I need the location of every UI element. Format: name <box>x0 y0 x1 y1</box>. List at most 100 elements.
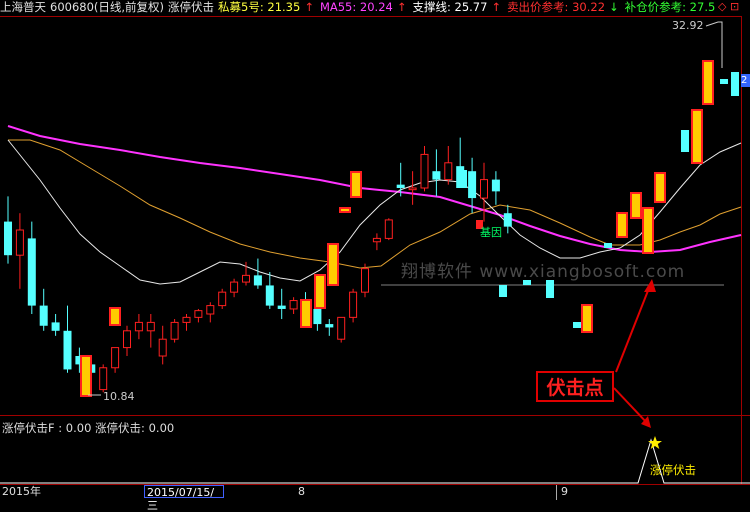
limit-up-candle <box>581 304 593 333</box>
month-8-label: 8 <box>298 485 305 498</box>
sell-arrow-icon: ↓ <box>609 0 619 14</box>
candle-body <box>432 171 441 180</box>
candle-body <box>206 305 215 315</box>
candle <box>230 278 239 298</box>
candle <box>253 258 262 289</box>
candle <box>123 325 131 356</box>
candle <box>372 233 381 251</box>
candle <box>4 196 12 264</box>
candle <box>182 314 191 331</box>
candle-body <box>111 347 120 369</box>
candle-body <box>480 179 488 199</box>
down-candle <box>604 243 612 248</box>
gene-label: 基因 <box>480 226 502 239</box>
down-candle <box>499 285 507 297</box>
candle <box>265 272 274 309</box>
candle-body <box>230 281 239 293</box>
candle <box>277 288 286 320</box>
down-candle <box>720 79 728 84</box>
chart-header: 上海普天 600680(日线,前复权) 涨停伏击 私募5号: 21.35 ↑ MA55: … <box>0 0 719 16</box>
candle-body <box>349 291 358 318</box>
candle-body <box>27 238 36 306</box>
limit-up-candle <box>630 192 642 219</box>
candle <box>111 347 120 373</box>
candle <box>146 314 155 348</box>
candle <box>63 305 72 373</box>
candle-body <box>325 324 334 328</box>
down-candle <box>681 130 689 152</box>
candle <box>420 146 429 192</box>
ma55-arrow-icon: ↑ <box>396 0 407 14</box>
limit-up-candle <box>300 299 312 328</box>
limit-up-candle <box>339 207 351 213</box>
candle <box>432 149 441 197</box>
low-price-label: 10.84 <box>103 390 135 403</box>
right-candles <box>80 60 739 397</box>
candle-body <box>242 274 250 283</box>
candle-body <box>277 305 286 309</box>
candle-body <box>194 310 203 318</box>
candle-body <box>218 291 227 307</box>
year-label: 2015年 <box>2 485 41 498</box>
candle-body <box>444 162 453 181</box>
candle-body <box>134 321 143 332</box>
limit-up-candle <box>642 207 654 254</box>
callout-arrow-up <box>615 282 652 373</box>
candle-body <box>253 275 262 286</box>
down-candle <box>731 72 739 96</box>
support-arrow-icon: ↑ <box>491 0 502 14</box>
header-right-glyphs[interactable]: ◇ ⊡ <box>716 0 740 14</box>
candle-body <box>123 330 131 349</box>
candle <box>206 302 215 323</box>
candle <box>325 319 334 336</box>
candle <box>491 171 500 205</box>
candle-body <box>289 300 298 310</box>
candle-body <box>158 338 167 357</box>
candle-body <box>63 330 72 370</box>
fund-value: 私募5号: 21.35 <box>218 0 301 14</box>
candle-body <box>99 367 108 391</box>
candle <box>27 221 36 314</box>
stock-name: 上海普天 <box>0 0 46 14</box>
candle-body <box>146 321 155 332</box>
candle <box>51 314 60 336</box>
candle-body <box>396 184 405 188</box>
fund-arrow-icon: ↑ <box>304 0 314 14</box>
signal-line <box>0 438 750 484</box>
down-candle <box>573 322 581 328</box>
limit-up-candle <box>80 355 92 397</box>
indicator-f-value: 涨停伏击F : 0.00 <box>2 421 92 435</box>
sell-value: 卖出价参考: 30.22 <box>507 0 606 14</box>
candle <box>384 218 393 241</box>
limit-up-candle <box>109 307 121 326</box>
candle-body <box>408 187 417 191</box>
candle <box>170 319 179 343</box>
callout-arrow-down <box>613 387 649 425</box>
candle <box>503 204 512 234</box>
ambush-point-callout: 伏击点 <box>536 371 614 402</box>
kline-chart[interactable]: 上海普天 600680(日线,前复权) 涨停伏击 私募5号: 21.35 ↑ MA55: … <box>0 0 750 512</box>
candle-body <box>337 316 346 340</box>
limit-up-candle <box>350 171 362 198</box>
candle <box>480 162 488 222</box>
candle-body <box>15 229 24 256</box>
high-price-label: 32.92 <box>672 19 704 32</box>
candle-body <box>503 213 512 227</box>
candle <box>289 297 298 314</box>
candle <box>349 288 358 323</box>
candle-body <box>372 237 381 243</box>
candle-body <box>4 221 12 256</box>
ma55-value: MA55: 20.24 <box>319 0 393 14</box>
candle-body <box>265 285 274 306</box>
right-price-marker: 2 <box>741 74 750 87</box>
candle <box>194 308 203 323</box>
candle-body <box>313 308 322 325</box>
candle <box>337 316 346 343</box>
candle-body <box>384 219 393 239</box>
cursor-date-label: 2015/07/15/三 <box>144 485 224 512</box>
limit-up-candle <box>702 60 714 105</box>
ma55-magenta-line <box>7 125 742 254</box>
indicator-header: 涨停伏击F : 0.00 涨停伏击: 0.00 <box>2 420 174 436</box>
limit-up-candle <box>691 109 703 164</box>
candle <box>134 314 143 340</box>
